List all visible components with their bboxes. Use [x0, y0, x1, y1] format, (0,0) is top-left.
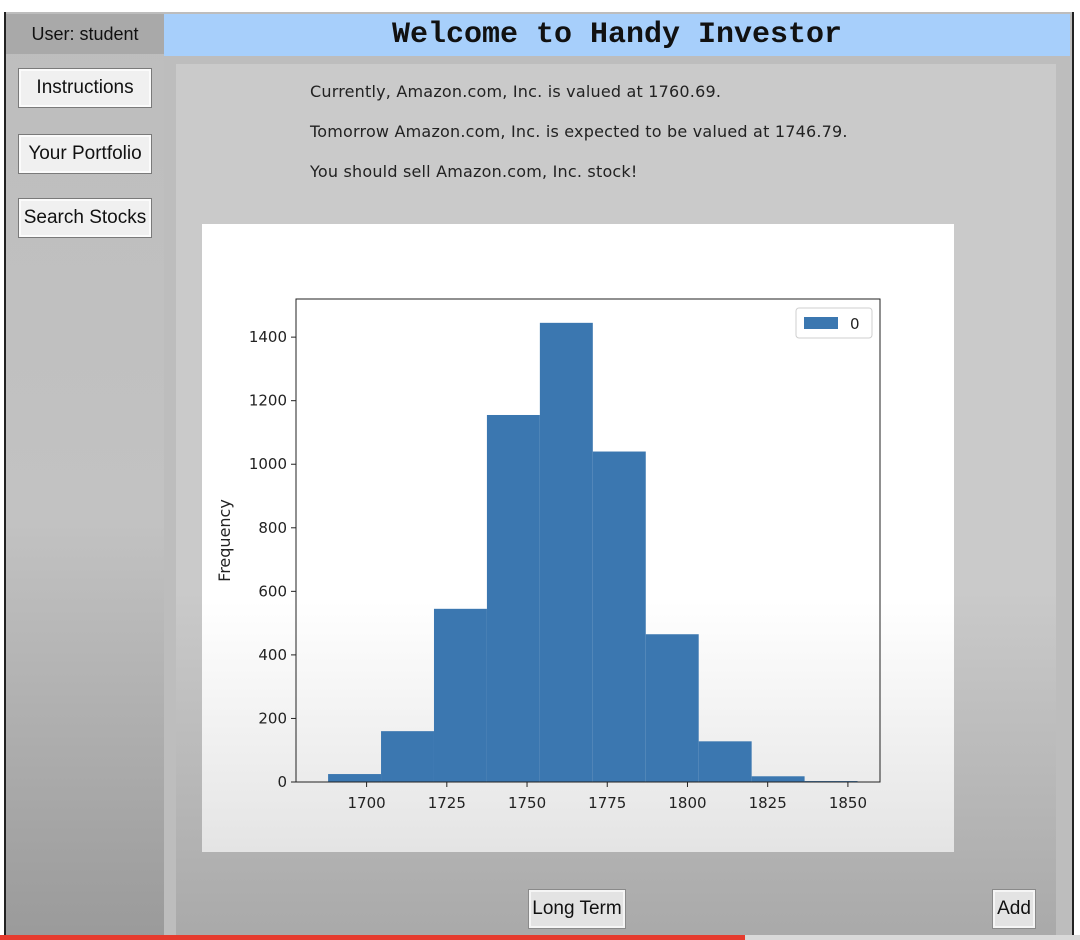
add-button[interactable]: Add [992, 889, 1036, 929]
histogram-bar [539, 322, 593, 782]
y-axis-label: Frequency [215, 499, 234, 582]
x-tick-label: 1800 [668, 794, 706, 812]
histogram-bar [645, 634, 699, 782]
histogram-card: 0 200 400 600 800 1000 1200 1400 1700 1725 1750 17… [202, 224, 954, 852]
x-tick-label: 1825 [749, 794, 787, 812]
histogram-bar [486, 414, 540, 782]
x-tick-label: 1775 [588, 794, 626, 812]
y-tick-label: 0 [277, 773, 287, 791]
current-value-text: Currently, Amazon.com, Inc. is valued at… [310, 82, 722, 101]
legend-label: 0 [850, 315, 860, 333]
long-term-button[interactable]: Long Term [528, 889, 626, 929]
y-tick-label: 1400 [249, 328, 287, 346]
histogram-bar [751, 776, 805, 782]
histogram-bar [328, 774, 382, 782]
histogram-bar [592, 451, 646, 782]
histogram-chart: 0 200 400 600 800 1000 1200 1400 1700 1725 1750 17… [215, 298, 881, 812]
page-title: Welcome to Handy Investor [164, 14, 1070, 56]
histogram-bar [433, 608, 487, 782]
search-stocks-button[interactable]: Search Stocks [18, 198, 152, 238]
video-progress-fill [0, 935, 746, 940]
histogram-bar [698, 741, 752, 782]
x-tick-label: 1700 [347, 794, 385, 812]
y-tick-label: 400 [258, 646, 287, 664]
recommendation-text: You should sell Amazon.com, Inc. stock! [310, 162, 638, 181]
y-tick-label: 200 [258, 709, 287, 727]
y-tick-label: 1000 [249, 455, 287, 473]
y-tick-label: 800 [258, 519, 287, 537]
user-label: User: student [6, 14, 164, 54]
expected-value-text: Tomorrow Amazon.com, Inc. is expected to… [310, 122, 848, 141]
instructions-button[interactable]: Instructions [18, 68, 152, 108]
your-portfolio-button[interactable]: Your Portfolio [18, 134, 152, 174]
x-tick-label: 1725 [428, 794, 466, 812]
histogram-bar [381, 731, 434, 782]
chart-legend: 0 [795, 307, 873, 339]
x-tick-label: 1850 [829, 794, 867, 812]
y-tick-label: 1200 [249, 392, 287, 410]
legend-swatch [804, 317, 838, 329]
x-tick-label: 1750 [508, 794, 546, 812]
y-tick-label: 600 [258, 582, 287, 600]
